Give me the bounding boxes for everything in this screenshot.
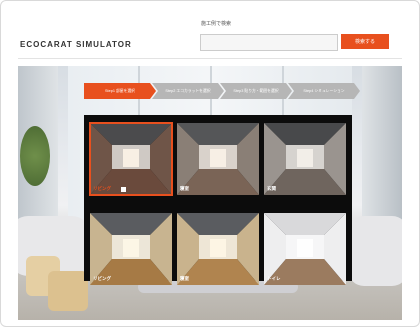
room-image xyxy=(264,213,346,285)
room-thumbnail-5[interactable]: 寝室 xyxy=(177,213,259,285)
room-image xyxy=(90,123,172,195)
search-input[interactable] xyxy=(200,34,338,51)
search-label: 施工例で検索 xyxy=(201,21,232,27)
header-divider xyxy=(18,58,402,59)
room-label: 寝室 xyxy=(180,186,189,191)
room-selection-panel: リビング 寝室 玄関 リビング 寝室 トイレ xyxy=(84,115,352,285)
room-image xyxy=(90,213,172,285)
room-thumbnail-2[interactable]: 寝室 xyxy=(177,123,259,195)
room-image xyxy=(177,123,259,195)
app-logo[interactable]: ECOCARAT SIMULATOR xyxy=(20,40,132,49)
step-3[interactable]: Step3 貼り方・範囲を選択 xyxy=(220,83,292,99)
room-label: トイレ xyxy=(267,276,281,281)
room-thumbnail-4[interactable]: リビング xyxy=(90,213,172,285)
room-thumbnail-1[interactable]: リビング xyxy=(89,122,173,196)
room-label: 寝室 xyxy=(180,276,189,281)
header: ECOCARAT SIMULATOR 施工例で検索 検索する xyxy=(0,0,420,60)
room-thumbnail-3[interactable]: 玄関 xyxy=(264,123,346,195)
selected-marker-icon xyxy=(121,187,126,192)
room-thumbnail-6[interactable]: トイレ xyxy=(264,213,346,285)
step-2[interactable]: Step2 エコカラットを選択 xyxy=(152,83,224,99)
room-label: 玄関 xyxy=(267,186,276,191)
step-1[interactable]: Step1 部屋を選択 xyxy=(84,83,156,99)
room-label: リビング xyxy=(93,276,111,281)
plant xyxy=(20,126,50,186)
step-4[interactable]: Step4 シミュレーション xyxy=(288,83,360,99)
step-progress-bar: Step1 部屋を選択 Step2 エコカラットを選択 Step3 貼り方・範囲を選… xyxy=(84,83,356,99)
room-image xyxy=(264,123,346,195)
wooden-stool xyxy=(48,271,88,311)
search-button[interactable]: 検索する xyxy=(341,34,389,49)
room-image xyxy=(177,213,259,285)
armchair-right xyxy=(348,216,402,286)
room-label: リビング xyxy=(93,186,111,191)
